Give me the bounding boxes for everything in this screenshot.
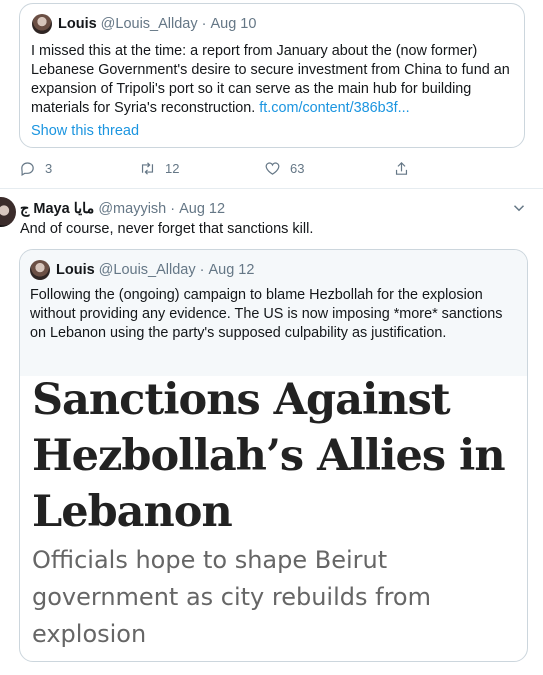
separator-dot: ·: [170, 201, 176, 217]
article-subhead: Officials hope to shape Beirut governmen…: [32, 546, 431, 648]
next-tweet-edge: [0, 668, 543, 675]
author-handle[interactable]: @Louis_Allday: [101, 16, 198, 32]
heart-icon: [265, 162, 280, 175]
quoted-tweet-header: Louis @Louis_Allday · Aug 10: [32, 14, 256, 34]
author-handle[interactable]: @Louis_Allday: [99, 262, 196, 278]
reply-button[interactable]: 3: [19, 160, 52, 177]
tweet-divider: [0, 188, 543, 189]
article-link[interactable]: ft.com/content/386b3f...: [259, 100, 409, 116]
tweet-text: And of course, never forget that sanctio…: [20, 221, 314, 237]
tweet-actions: 3 12 63: [19, 160, 439, 182]
reply-count: 3: [45, 161, 53, 176]
author-name[interactable]: Louis: [56, 262, 95, 278]
embedded-tweet-text-area: Louis @Louis_Allday · Aug 12 Following t…: [20, 250, 527, 376]
retweet-button[interactable]: 12: [139, 160, 179, 177]
share-icon: [395, 161, 408, 175]
tweet-date[interactable]: Aug 12: [179, 201, 225, 217]
name-emoji: ج: [20, 201, 30, 217]
embedded-tweet-card[interactable]: Louis @Louis_Allday · Aug 12 Following t…: [19, 249, 528, 662]
quoted-tweet-card[interactable]: Louis @Louis_Allday · Aug 10 I missed th…: [19, 3, 525, 148]
tweet-date[interactable]: Aug 10: [210, 16, 256, 32]
retweet-icon: [141, 162, 154, 175]
chevron-down-icon[interactable]: [510, 199, 528, 217]
retweet-count: 12: [165, 161, 180, 176]
author-name[interactable]: Maya مايا: [33, 201, 94, 217]
like-count: 63: [290, 161, 305, 176]
avatar[interactable]: [0, 197, 16, 227]
show-thread-link[interactable]: Show this thread: [31, 123, 139, 139]
author-name[interactable]: Louis: [58, 16, 97, 32]
separator-dot: ·: [201, 16, 207, 32]
tweet-text: I missed this at the time: a report from…: [31, 42, 517, 118]
like-button[interactable]: 63: [264, 160, 304, 177]
reply-tweet-header: ج Maya مايا @mayyish · Aug 12: [20, 201, 225, 217]
article-headline: Sanctions Against Hezbollah’s Allies in …: [32, 375, 506, 537]
reply-icon: [21, 162, 34, 177]
share-button[interactable]: [393, 160, 410, 177]
tweet-text: Following the (ongoing) campaign to blam…: [30, 287, 503, 341]
embedded-tweet-header: Louis @Louis_Allday · Aug 12: [30, 260, 254, 280]
separator-dot: ·: [199, 262, 205, 278]
tweet-date[interactable]: Aug 12: [208, 262, 254, 278]
author-handle[interactable]: @mayyish: [98, 201, 166, 217]
avatar[interactable]: [32, 14, 52, 34]
avatar[interactable]: [30, 260, 50, 280]
